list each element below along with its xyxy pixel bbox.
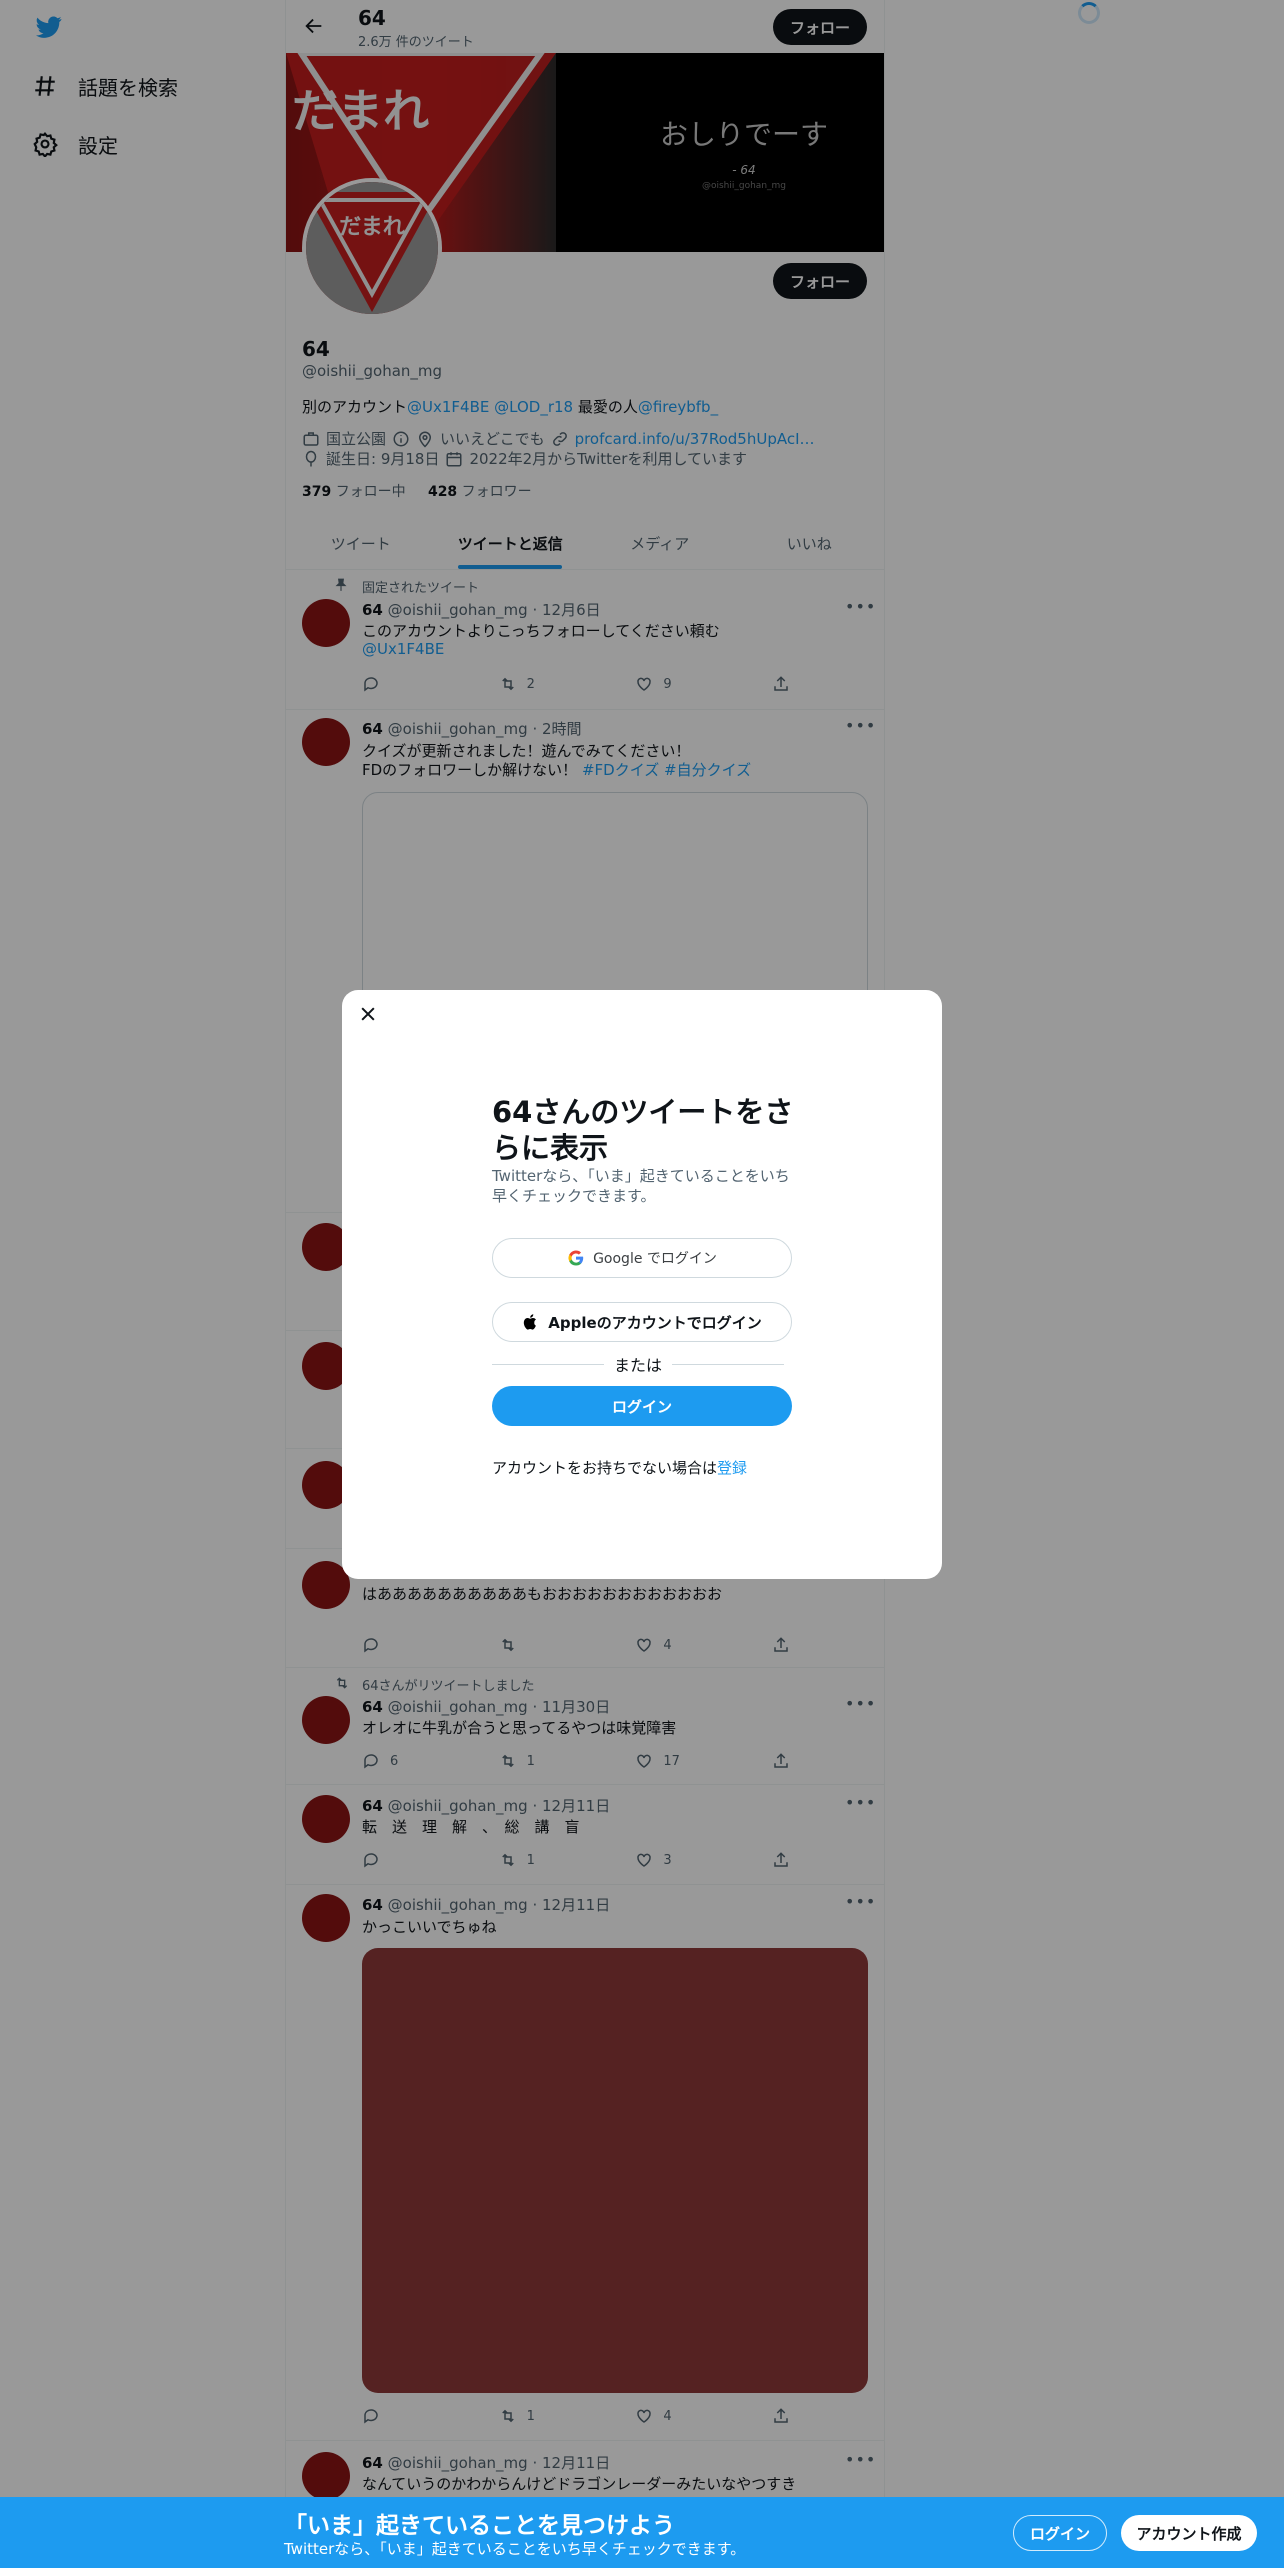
google-login-button[interactable]: Google でログイン — [492, 1238, 792, 1278]
apple-icon — [524, 1314, 537, 1330]
login-modal — [342, 990, 942, 1579]
login-button[interactable]: ログイン — [492, 1386, 792, 1426]
bottom-login-button[interactable]: ログイン — [1013, 2515, 1107, 2551]
bottom-signup-button[interactable]: アカウント作成 — [1121, 2515, 1257, 2551]
modal-title: 64さんのツイートをさらに表示 — [492, 1095, 794, 1165]
signup-link[interactable]: 登録 — [717, 1459, 747, 1477]
bottom-bar-subtitle: Twitterなら、「いま」起きていることをいち早くチェックできます。 — [284, 2540, 746, 2558]
apple-login-label: Appleのアカウントでログイン — [548, 1313, 762, 1332]
google-login-label: Google でログイン — [593, 1251, 717, 1267]
close-icon[interactable] — [358, 1004, 378, 1024]
apple-login-button[interactable]: Appleのアカウントでログイン — [492, 1302, 792, 1342]
modal-subtitle: Twitterなら、「いま」起きていることをいち早くチェックできます。 — [492, 1167, 790, 1205]
signup-prompt: アカウントをお持ちでない場合は登録 — [492, 1459, 748, 1477]
bottom-bar-title: 「いま」起きていることを見つけよう — [284, 2513, 675, 2539]
or-label: または — [614, 1356, 663, 1375]
or-divider: または — [492, 1353, 785, 1375]
google-icon — [568, 1250, 584, 1266]
